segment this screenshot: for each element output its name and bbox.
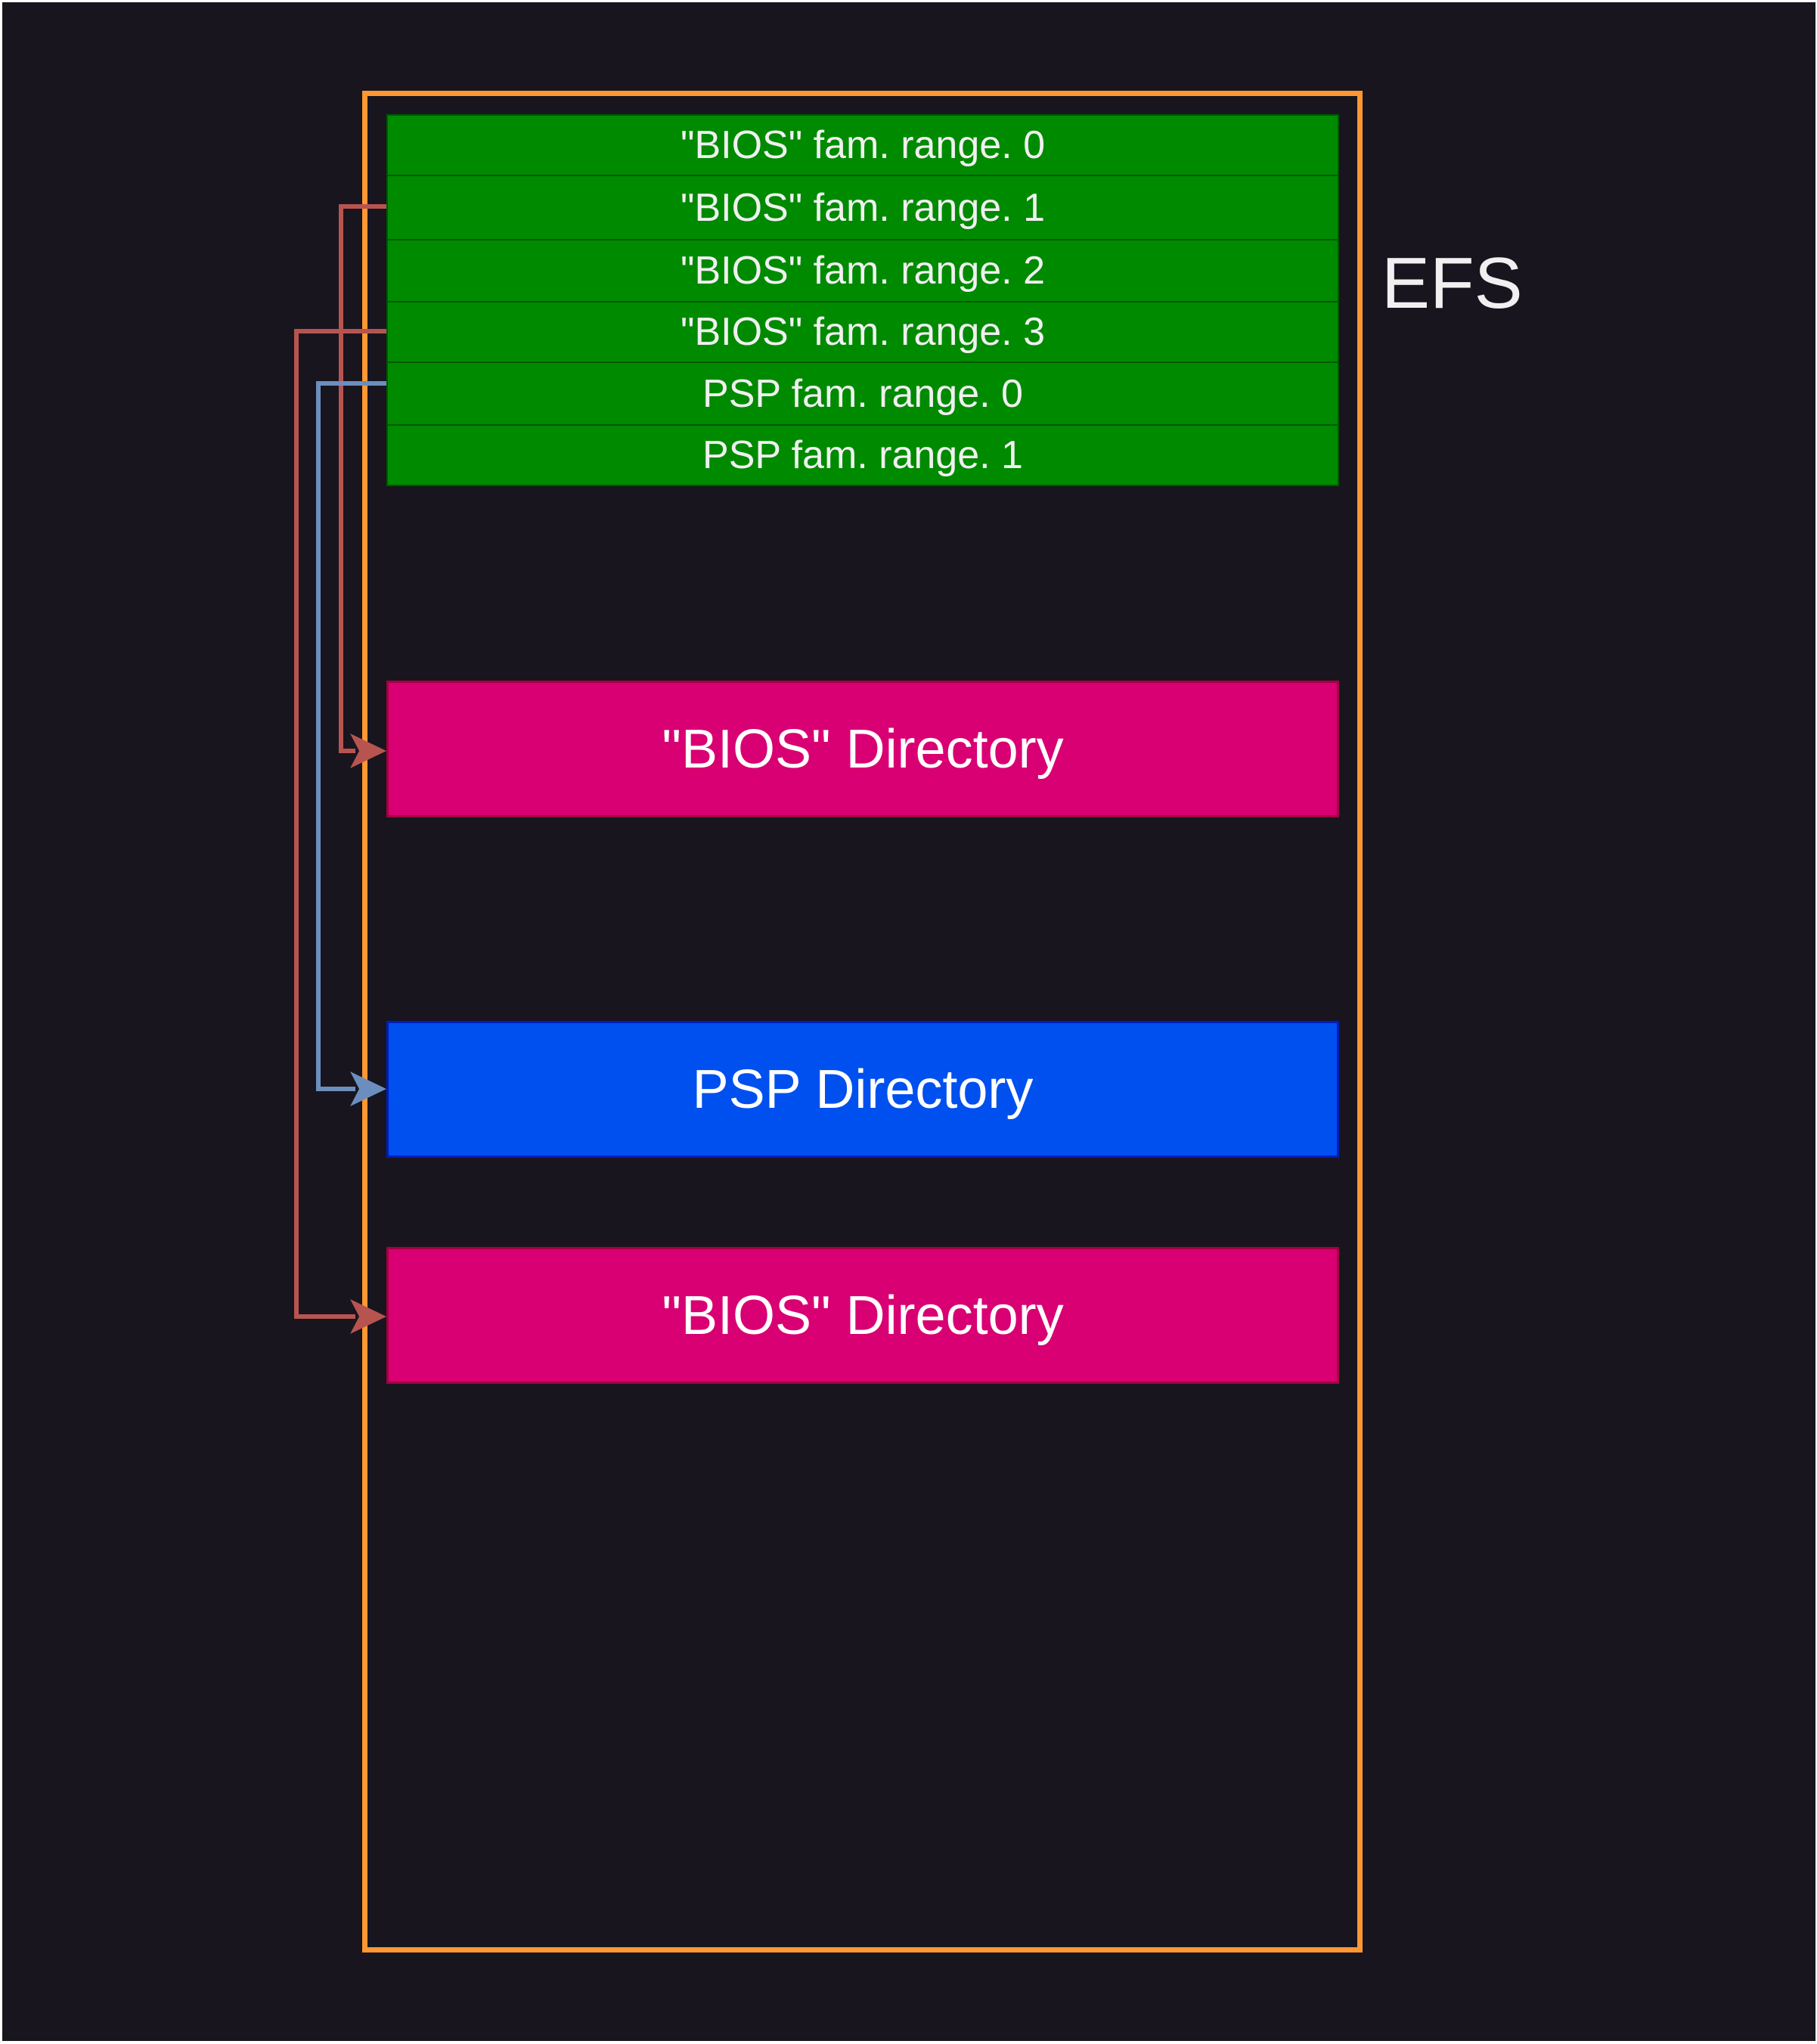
efs-label: EFS [1381,243,1523,324]
psp-family-range-0: PSP fam. range. 0 [386,361,1339,426]
bios-family-range-3: "BIOS" fam. range. 3 [386,301,1339,363]
bios-family-range-0: "BIOS" fam. range. 0 [386,114,1339,176]
bios-family-range-1: "BIOS" fam. range. 1 [386,175,1339,240]
psp-family-range-1: PSP fam. range. 1 [386,424,1339,486]
psp-directory: PSP Directory [386,1021,1339,1158]
bios-family-range-2: "BIOS" fam. range. 2 [386,239,1339,302]
bios-directory-second: "BIOS" Directory [386,1247,1339,1384]
bios-directory-first: "BIOS" Directory [386,681,1339,817]
